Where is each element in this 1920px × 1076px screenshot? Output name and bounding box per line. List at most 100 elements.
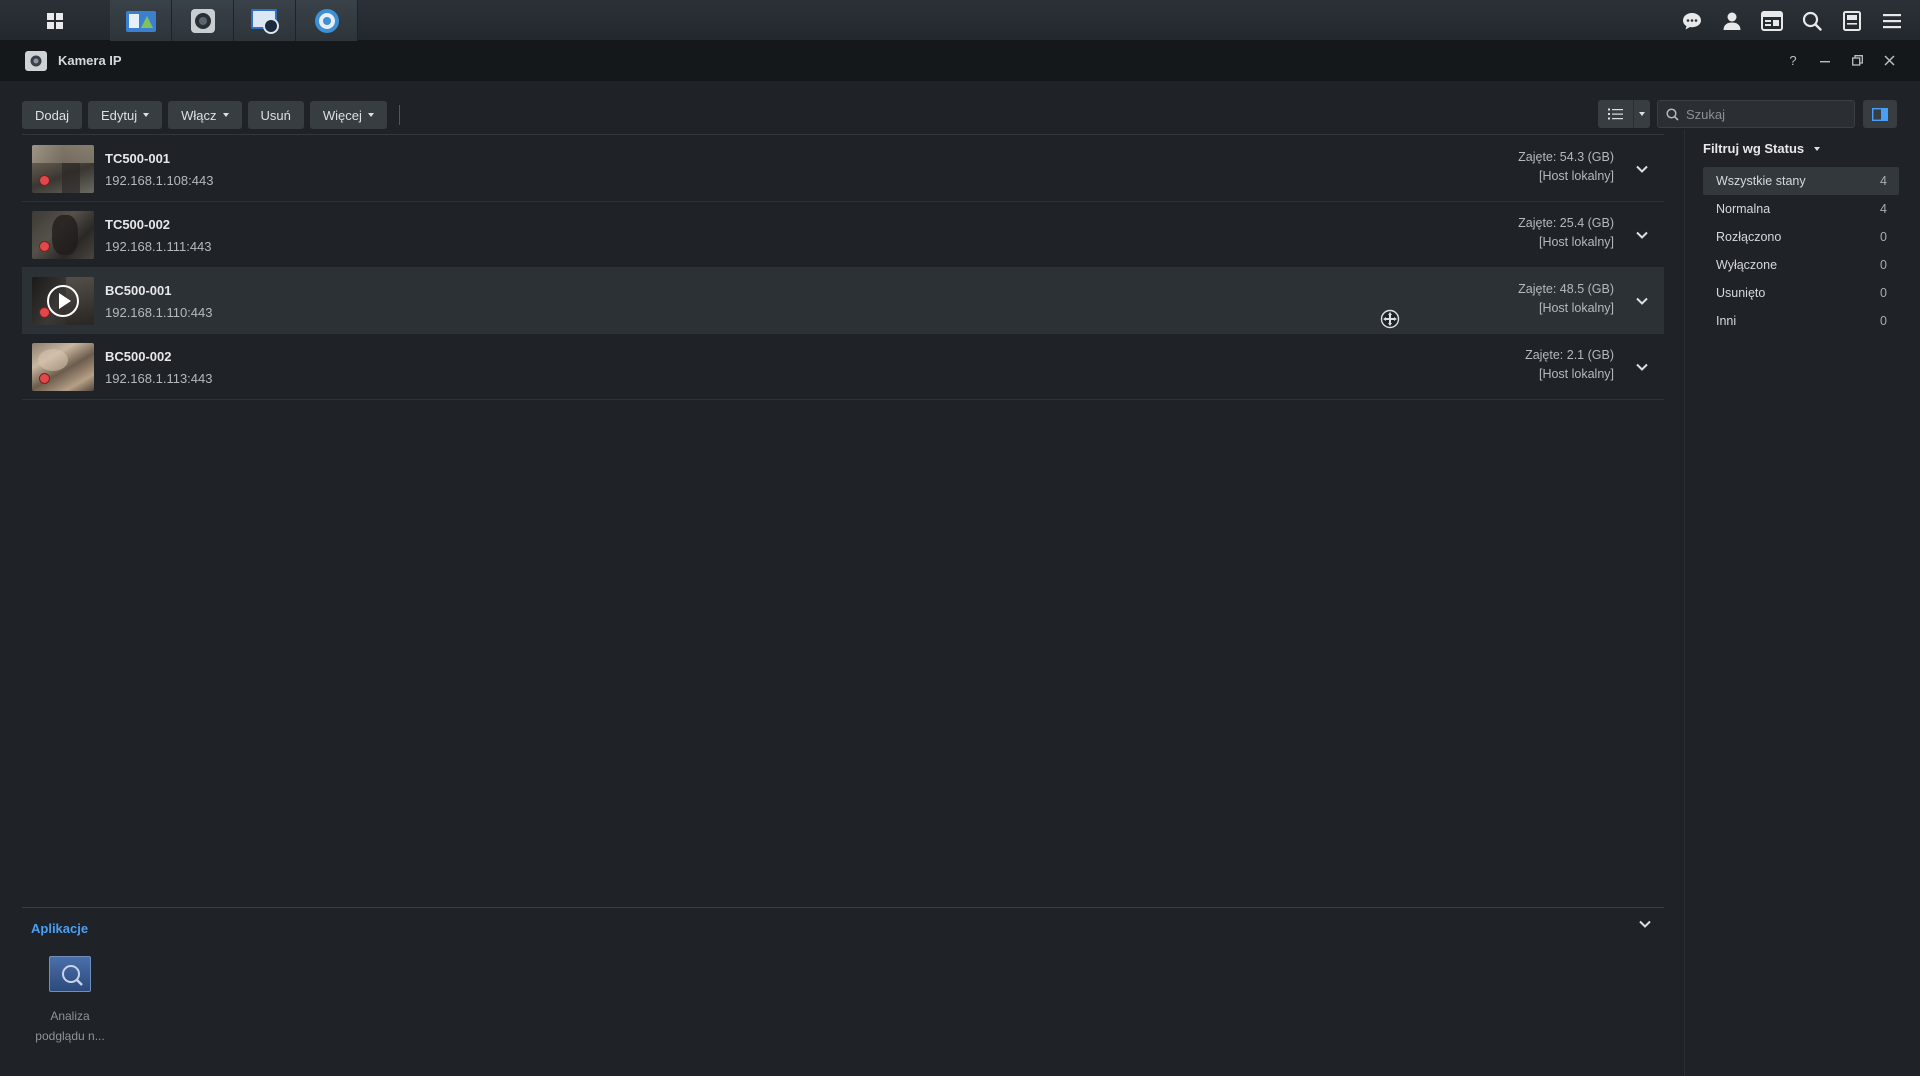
toggle-side-panel-button[interactable] — [1863, 100, 1897, 128]
toolbar-divider — [398, 105, 400, 125]
edit-button-label: Edytuj — [100, 107, 138, 123]
filter-item-count: 4 — [1880, 202, 1887, 216]
filter-item-count: 0 — [1880, 258, 1887, 272]
filter-item-all[interactable]: Wszystkie stany 4 — [1703, 167, 1899, 195]
widgets-button[interactable] — [1752, 0, 1792, 41]
storage-button[interactable] — [1832, 0, 1872, 41]
expand-chevron-icon[interactable] — [1634, 293, 1650, 309]
filter-item-disabled[interactable]: Wyłączone 0 — [1703, 251, 1899, 279]
taskbar-apps — [0, 0, 358, 41]
apps-section-title[interactable]: Aplikacje — [31, 921, 88, 936]
app-label-line2: podglądu n... — [35, 1029, 105, 1043]
camera-host: [Host lokalny] — [1538, 235, 1614, 249]
recording-indicator-icon — [39, 307, 50, 318]
collapse-chevron-icon[interactable] — [1637, 916, 1653, 932]
chat-button[interactable] — [1672, 0, 1712, 41]
camera-row[interactable]: TC500-002 192.168.1.111:443 Zajęte: 25.4… — [22, 202, 1664, 268]
camera-row[interactable]: BC500-002 192.168.1.113:443 Zajęte: 2.1 … — [22, 334, 1664, 400]
camera-row[interactable]: TC500-001 192.168.1.108:443 Zajęte: 54.3… — [22, 136, 1664, 202]
close-icon — [1883, 54, 1895, 66]
main-menu-icon — [47, 12, 63, 29]
camera-thumbnail[interactable] — [32, 211, 94, 259]
apps-divider — [22, 907, 1664, 908]
search-input[interactable] — [1686, 106, 1836, 122]
file-station-icon — [125, 10, 156, 32]
search-button[interactable] — [1792, 0, 1832, 41]
recording-indicator-icon — [39, 241, 50, 252]
window-controls: ? — [1782, 49, 1900, 71]
expand-chevron-icon[interactable] — [1634, 161, 1650, 177]
caret-down-icon — [143, 113, 150, 117]
filter-item-normal[interactable]: Normalna 4 — [1703, 195, 1899, 223]
filter-item-deleted[interactable]: Usunięto 0 — [1703, 279, 1899, 307]
minimize-button[interactable] — [1814, 49, 1836, 71]
app-label-line1: Analiza — [50, 1009, 90, 1023]
filter-item-count: 0 — [1880, 286, 1887, 300]
timeline-icon — [314, 8, 339, 33]
timeline-app-button[interactable] — [296, 0, 358, 41]
help-icon: ? — [1789, 52, 1797, 68]
recording-app-button[interactable] — [234, 0, 296, 41]
app-tile-label: Analiza podglądu n... — [30, 1006, 110, 1046]
chat-icon — [1683, 12, 1701, 29]
search-box[interactable] — [1657, 100, 1855, 128]
expand-chevron-icon[interactable] — [1634, 227, 1650, 243]
filter-title[interactable]: Filtruj wg Status — [1703, 141, 1821, 156]
filter-item-label: Wyłączone — [1716, 258, 1778, 272]
view-mode-button[interactable] — [1598, 100, 1650, 128]
caret-down-icon — [1814, 146, 1821, 151]
user-button[interactable] — [1712, 0, 1752, 41]
expand-chevron-icon[interactable] — [1634, 359, 1650, 375]
delete-button[interactable]: Usuń — [247, 101, 304, 129]
list-view-toggle[interactable] — [1598, 100, 1634, 128]
main-menu-button[interactable] — [0, 0, 110, 41]
search-icon — [1666, 107, 1679, 121]
camera-thumbnail[interactable] — [32, 145, 94, 193]
window-titlebar[interactable]: Kamera IP ? — [0, 41, 1920, 81]
camera-thumbnail[interactable] — [32, 343, 94, 391]
recording-icon — [250, 8, 279, 34]
filter-title-label: Filtruj wg Status — [1703, 141, 1805, 156]
file-station-app-button[interactable] — [110, 0, 172, 41]
minimize-icon — [1820, 61, 1830, 63]
more-button[interactable]: Więcej — [309, 101, 387, 129]
move-cursor-icon — [1380, 309, 1400, 329]
filter-item-label: Rozłączono — [1716, 230, 1782, 244]
close-button[interactable] — [1878, 49, 1900, 71]
surveillance-camera-icon — [190, 8, 215, 33]
restore-button[interactable] — [1846, 49, 1868, 71]
filter-item-count: 4 — [1880, 174, 1887, 188]
user-icon — [1723, 12, 1741, 30]
enable-button-label: Włącz — [181, 107, 217, 123]
ip-camera-window: Kamera IP ? Dodaj Edytuj Włącz Usuń Więc… — [0, 41, 1920, 1076]
app-tile[interactable]: Analiza podglądu n... — [30, 956, 110, 1046]
enable-button[interactable]: Włącz — [168, 101, 242, 129]
list-divider — [22, 134, 1664, 135]
help-button[interactable]: ? — [1782, 49, 1804, 71]
camera-ip: 192.168.1.113:443 — [105, 371, 213, 386]
caret-down-icon — [222, 113, 229, 117]
more-button-label: Więcej — [322, 107, 362, 123]
filter-item-disconnected[interactable]: Rozłączono 0 — [1703, 223, 1899, 251]
play-icon[interactable] — [47, 285, 79, 317]
add-button[interactable]: Dodaj — [22, 101, 82, 129]
camera-icon — [30, 55, 42, 67]
camera-storage-usage: Zajęte: 48.5 (GB) — [1518, 282, 1614, 296]
view-mode-dropdown[interactable] — [1634, 112, 1650, 116]
filter-item-label: Usunięto — [1716, 286, 1766, 300]
restore-icon — [1851, 54, 1863, 66]
camera-host: [Host lokalny] — [1538, 301, 1614, 315]
widgets-icon — [1761, 10, 1783, 31]
filter-item-other[interactable]: Inni 0 — [1703, 307, 1899, 335]
edit-button[interactable]: Edytuj — [87, 101, 163, 129]
list-view-icon — [1608, 108, 1623, 120]
recording-indicator-icon — [39, 373, 50, 384]
toolbar: Dodaj Edytuj Włącz Usuń Więcej — [22, 100, 400, 130]
taskbar-system-icons — [1672, 0, 1912, 41]
camera-thumbnail[interactable] — [32, 277, 94, 325]
options-button[interactable] — [1872, 0, 1912, 41]
taskbar — [0, 0, 1920, 41]
preview-analytics-icon — [49, 956, 91, 992]
camera-row[interactable]: BC500-001 192.168.1.110:443 Zajęte: 48.5… — [22, 268, 1664, 334]
surveillance-app-button[interactable] — [172, 0, 234, 41]
